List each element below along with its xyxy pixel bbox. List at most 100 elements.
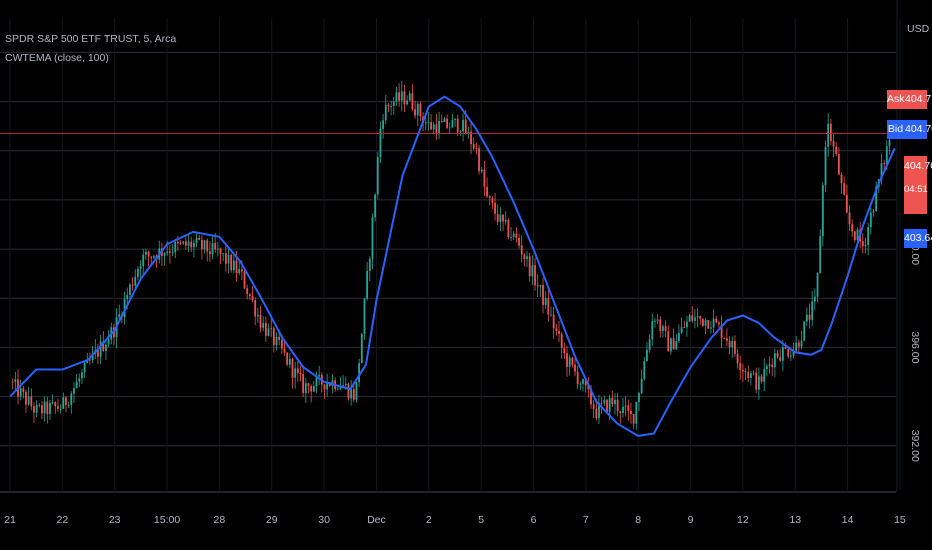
candle-body	[208, 251, 211, 254]
candle-body	[640, 378, 643, 394]
candle-body	[800, 340, 803, 347]
candle-body	[323, 384, 326, 390]
candle-body	[736, 353, 739, 364]
candle-body	[366, 270, 369, 299]
candle-body	[163, 253, 166, 256]
candle-body	[83, 363, 86, 373]
candle-body	[459, 131, 462, 133]
candle-body	[864, 244, 867, 247]
candle-body	[438, 121, 440, 135]
candle-body	[744, 371, 747, 373]
ask-value: 404.71	[905, 93, 932, 105]
candle-body	[25, 391, 27, 405]
candle-body	[472, 144, 475, 149]
candle-body	[126, 294, 129, 300]
candle-body	[795, 342, 798, 351]
x-tick-label: 8	[635, 514, 641, 526]
candle-body	[70, 393, 73, 405]
candle-body	[54, 402, 57, 407]
candle-body	[38, 404, 41, 406]
candle-body	[251, 296, 254, 301]
candle-body	[435, 124, 438, 135]
candle-body	[622, 406, 624, 414]
candle-body	[619, 410, 622, 414]
candle-body	[454, 118, 456, 120]
candle-body	[411, 93, 414, 110]
candle-body	[781, 347, 784, 361]
candle-body	[360, 333, 363, 364]
candle-body	[408, 93, 411, 101]
candle-body	[507, 219, 510, 238]
candle-body	[264, 323, 267, 336]
candle-body	[27, 396, 30, 405]
candle-body	[51, 402, 54, 404]
candle-body	[768, 364, 771, 367]
candle-body	[192, 242, 195, 248]
candle-body	[129, 284, 131, 295]
candle-body	[848, 212, 851, 225]
candle-body	[142, 254, 145, 267]
candle-body	[169, 251, 171, 253]
candle-body	[742, 369, 744, 372]
x-tick-label: 30	[318, 514, 330, 526]
candle-body	[46, 401, 49, 414]
candle-body	[374, 194, 377, 218]
candle-body	[670, 338, 672, 352]
candle-body	[424, 122, 427, 124]
x-tick-label: 2	[426, 514, 432, 526]
candle-body	[243, 271, 246, 289]
candle-body	[174, 242, 177, 253]
candle-body	[728, 340, 731, 348]
candle-body	[757, 376, 760, 390]
candle-body	[579, 383, 582, 385]
candle-body	[688, 315, 691, 322]
candle-body	[526, 256, 528, 260]
candle-body	[254, 300, 257, 317]
candle-body	[283, 348, 286, 353]
x-tick-label: 9	[688, 514, 694, 526]
candle-body	[278, 336, 281, 340]
candle-body	[672, 338, 675, 350]
price-chart[interactable]: 21 22 23 15:00 28 29 30 Dec 2 5 6 7 8 9 12 13 14 15400.00…	[0, 0, 932, 550]
candle-body	[885, 146, 888, 165]
x-tick-label: 28	[214, 514, 226, 526]
candle-body	[304, 383, 307, 394]
candle-body	[544, 298, 547, 305]
candle-body	[462, 119, 464, 132]
candle-body	[352, 389, 355, 400]
candle-body	[134, 276, 137, 286]
candle-body	[805, 314, 808, 322]
candle-body	[813, 296, 816, 302]
candle-body	[187, 241, 190, 246]
candle-body	[835, 146, 838, 155]
candle-body	[614, 399, 616, 405]
candle-body	[78, 378, 81, 382]
candle-body	[230, 254, 233, 271]
candle-body	[515, 233, 518, 238]
indicator-legend: CWTEMA (close, 100)	[5, 52, 109, 64]
candle-body	[678, 332, 680, 342]
candle-body	[547, 298, 550, 315]
candle-body	[555, 328, 558, 331]
candle-body	[755, 372, 758, 390]
candle-body	[686, 321, 688, 328]
candle-body	[843, 183, 846, 195]
candle-body	[67, 404, 70, 406]
candle-body	[749, 373, 752, 378]
ask-tag: Ask 404.71	[887, 90, 932, 109]
candle-body	[624, 405, 627, 407]
x-tick-label: 12	[737, 514, 749, 526]
candle-body	[43, 401, 46, 414]
candle-body	[280, 339, 283, 349]
candle-body	[248, 294, 251, 297]
candle-body	[222, 253, 225, 255]
candle-body	[518, 237, 520, 246]
candle-body	[350, 389, 353, 399]
candle-body	[73, 388, 75, 394]
candle-body	[105, 344, 107, 351]
candle-body	[536, 285, 539, 287]
candle-body	[616, 399, 619, 411]
candle-body	[608, 397, 611, 412]
candle-body	[216, 248, 219, 250]
x-tick-label: 23	[109, 514, 121, 526]
